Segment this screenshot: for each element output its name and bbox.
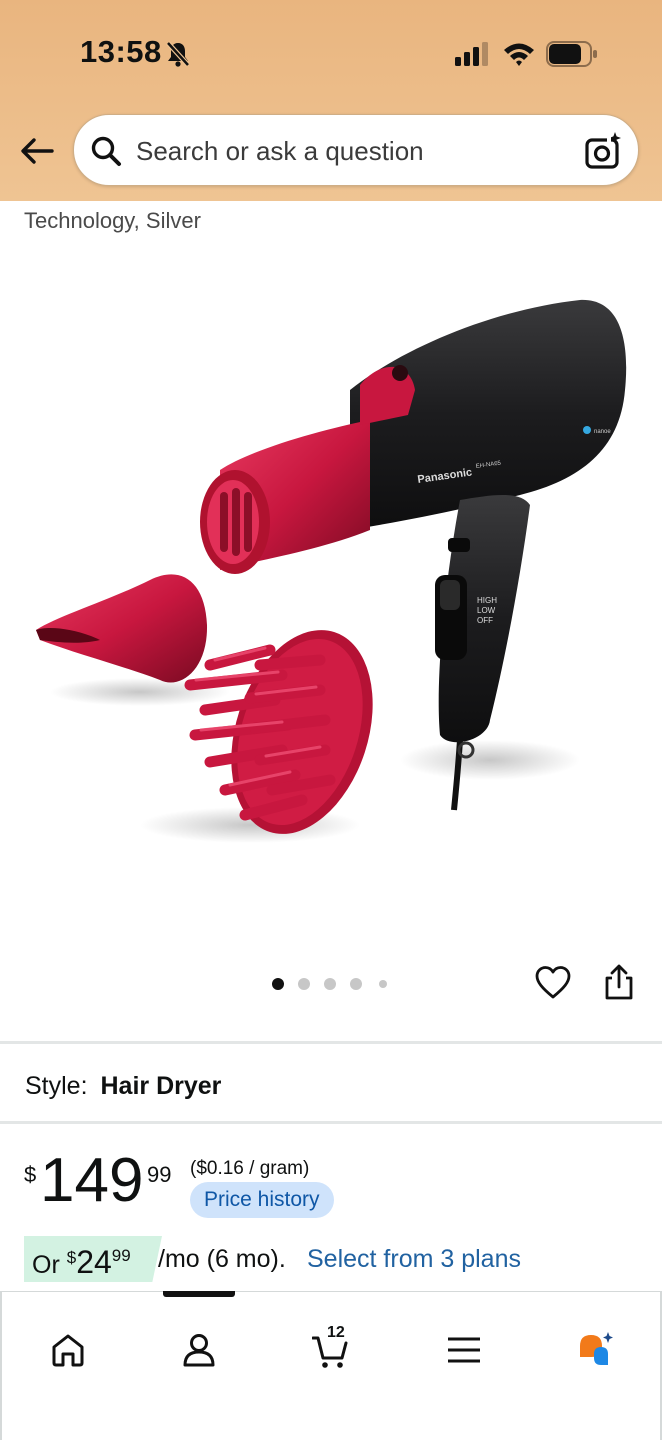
active-tab-indicator (163, 1291, 235, 1297)
installment-whole: 24 (76, 1244, 112, 1280)
home-icon (52, 1334, 84, 1367)
product-title-tail: Technology, Silver (24, 208, 201, 233)
cellular-signal-icon (455, 42, 488, 66)
price-history-button[interactable]: Price history (190, 1182, 334, 1218)
carousel-dot-3[interactable] (324, 978, 336, 990)
nav-account[interactable] (169, 1320, 229, 1380)
bottom-navigation: 12 (0, 1291, 662, 1440)
carousel-dot-1[interactable] (272, 978, 284, 990)
style-label: Style: (25, 1072, 88, 1100)
search-bar[interactable] (73, 114, 639, 186)
search-input[interactable] (136, 129, 566, 173)
style-selector[interactable]: Style: Hair Dryer (25, 1072, 221, 1101)
nav-menu[interactable] (434, 1320, 494, 1380)
carousel-dot-5[interactable] (379, 980, 387, 988)
heart-icon[interactable] (534, 964, 572, 1002)
select-plans-link[interactable]: Select from 3 plans (307, 1245, 521, 1274)
menu-icon (448, 1337, 480, 1363)
price-fraction: 99 (147, 1162, 172, 1187)
nav-home[interactable] (38, 1320, 98, 1380)
price-whole: 149 (40, 1146, 144, 1215)
svg-text:LOW: LOW (477, 606, 496, 615)
nav-rufus[interactable] (565, 1320, 625, 1380)
installment-fraction: 99 (111, 1246, 131, 1265)
battery-icon (546, 41, 597, 67)
installment-price: Or $2499 (32, 1244, 131, 1281)
unit-price: ($0.16 / gram) (190, 1158, 310, 1179)
search-icon (91, 136, 121, 166)
installment-prefix: Or (32, 1251, 60, 1279)
installment-currency-symbol: $ (66, 1248, 77, 1267)
account-icon (183, 1334, 215, 1367)
rufus-assistant-icon (580, 1332, 613, 1365)
share-icon[interactable] (600, 962, 638, 1002)
product-image-hair-dryer[interactable]: HIGH LOW OFF Panasonic EH-NA65 nanoe (20, 280, 642, 880)
back-arrow-icon[interactable] (16, 130, 58, 172)
header: 13:58 (0, 0, 662, 201)
price-currency-symbol: $ (24, 1162, 37, 1187)
nanoe-label: nanoe (594, 429, 611, 435)
nav-cart[interactable]: 12 (300, 1320, 360, 1380)
svg-text:HIGH: HIGH (477, 596, 497, 605)
wifi-icon (504, 43, 534, 66)
cart-count: 12 (327, 1324, 345, 1341)
silent-bell-icon (166, 41, 190, 67)
installment-term: /mo (6 mo). (158, 1245, 286, 1273)
carousel-dot-4[interactable] (350, 978, 362, 990)
status-time: 13:58 (80, 34, 162, 69)
camera-lens-icon[interactable] (584, 131, 624, 171)
svg-text:OFF: OFF (477, 616, 493, 625)
style-value: Hair Dryer (100, 1072, 222, 1100)
section-divider (0, 1121, 662, 1124)
carousel-dot-2[interactable] (298, 978, 310, 990)
section-divider (0, 1041, 662, 1044)
